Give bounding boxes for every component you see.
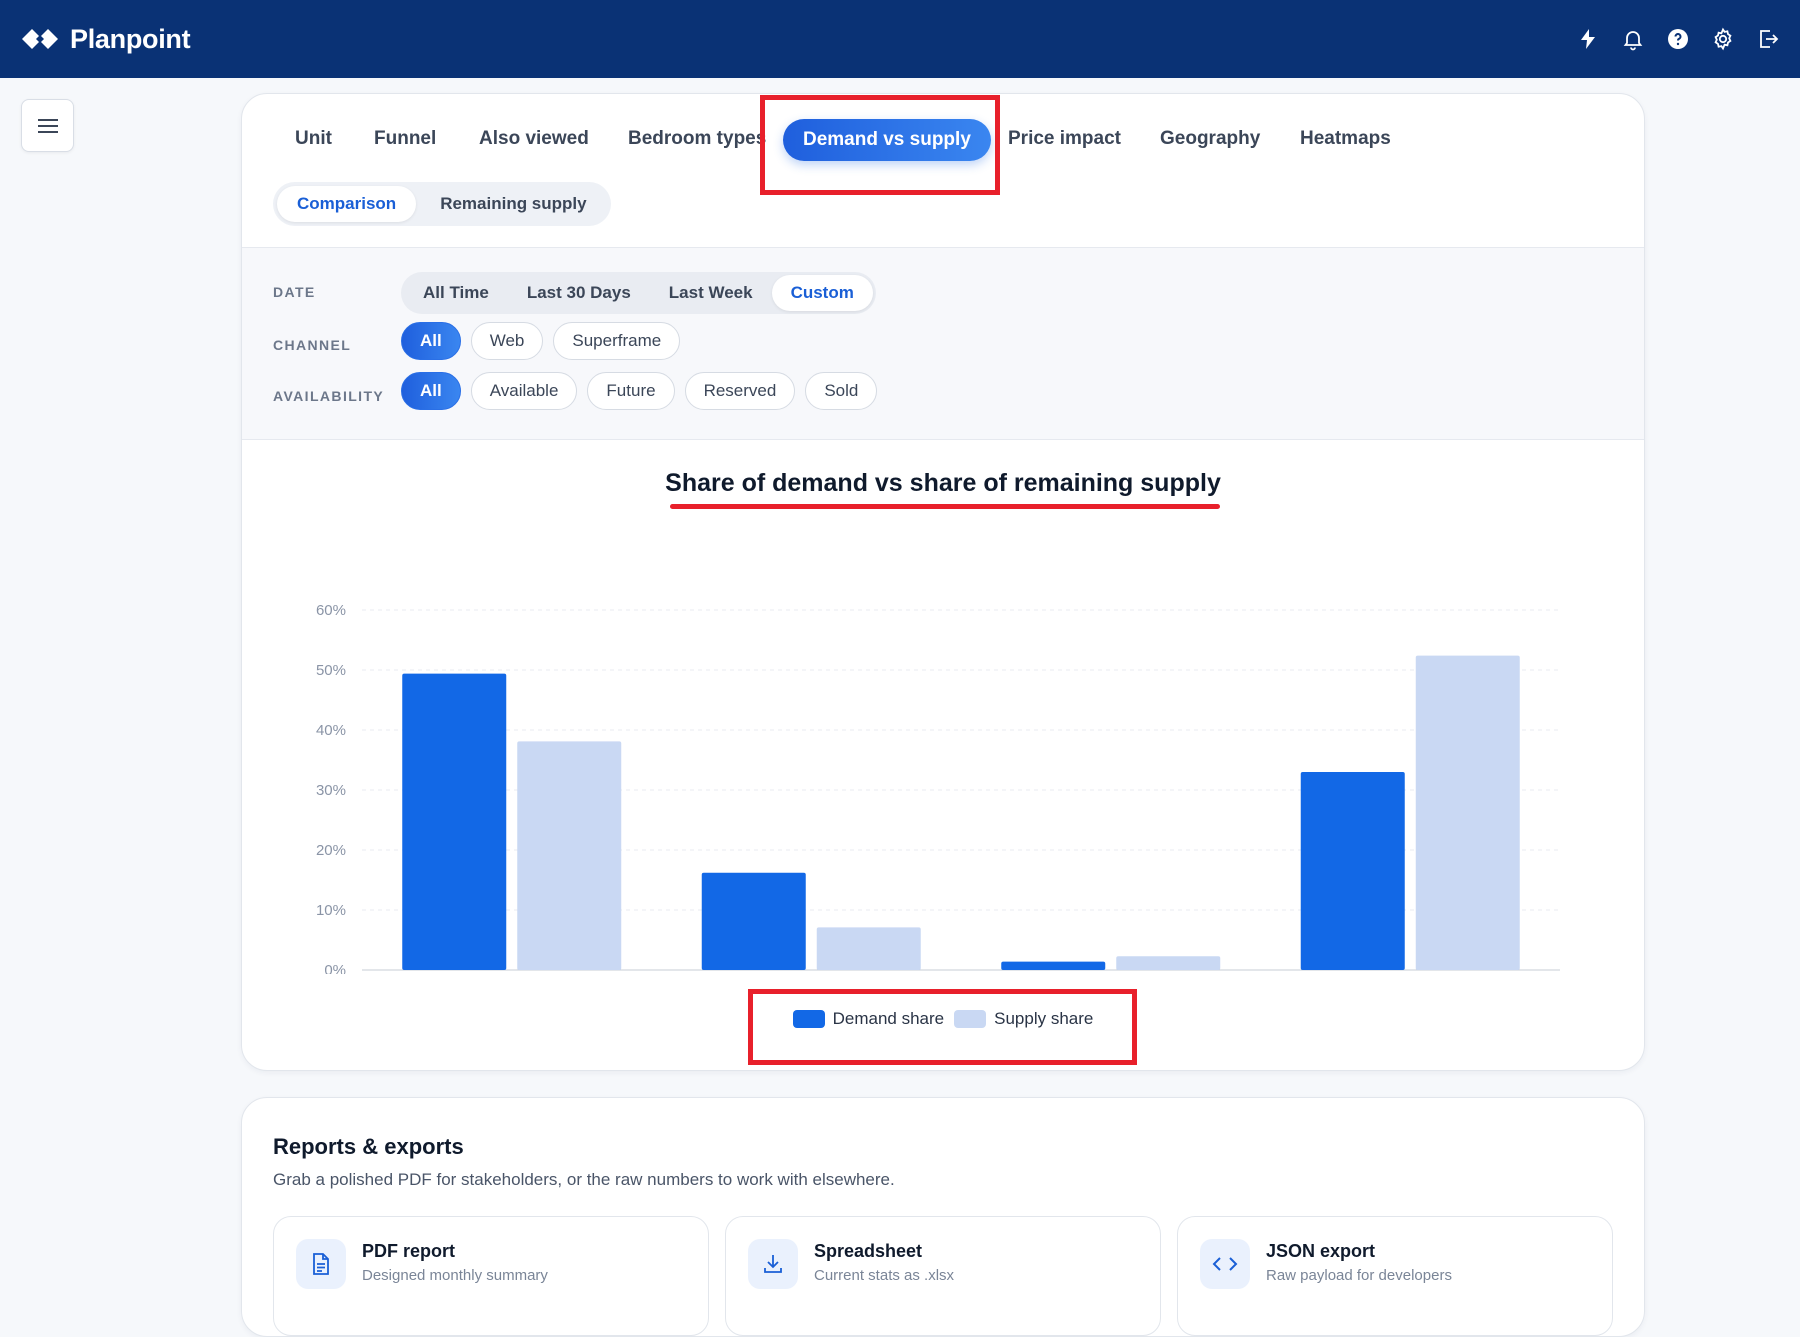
- tab-price-impact[interactable]: Price impact: [1008, 116, 1121, 162]
- top-bar: Planpoint: [0, 0, 1800, 78]
- bell-icon[interactable]: [1620, 27, 1645, 52]
- tab-funnel[interactable]: Funnel: [374, 116, 436, 162]
- tab-also-viewed[interactable]: Also viewed: [479, 116, 589, 162]
- export-pdf-report[interactable]: PDF report Designed monthly summary: [273, 1216, 709, 1336]
- help-icon[interactable]: [1665, 27, 1690, 52]
- availability-chip-sold[interactable]: Sold: [805, 372, 878, 410]
- y-tick-label: 0%: [324, 962, 346, 974]
- brand[interactable]: Planpoint: [22, 23, 191, 55]
- bar-demand[interactable]: [1001, 961, 1106, 970]
- channel-filter-label: CHANNEL: [273, 337, 352, 353]
- date-option-custom[interactable]: Custom: [771, 275, 873, 311]
- availability-chip-all[interactable]: All: [401, 372, 461, 410]
- logout-icon[interactable]: [1755, 27, 1780, 52]
- channel-chip-superframe[interactable]: Superframe: [553, 322, 681, 360]
- filter-panel: DATE All Time Last 30 Days Last Week Cus…: [242, 247, 1644, 440]
- bar-demand[interactable]: [402, 673, 507, 970]
- app-name: Planpoint: [70, 23, 191, 54]
- export-json[interactable]: JSON export Raw payload for developers: [1177, 1216, 1613, 1336]
- channel-chip-all[interactable]: All: [401, 322, 461, 360]
- availability-filter-label: AVAILABILITY: [273, 388, 385, 404]
- download-icon: [748, 1239, 798, 1289]
- reports-card: Reports & exports Grab a polished PDF fo…: [241, 1097, 1645, 1337]
- availability-chip-available[interactable]: Available: [470, 372, 578, 410]
- code-icon: [1200, 1239, 1250, 1289]
- bolt-icon[interactable]: [1575, 27, 1600, 52]
- bar-supply[interactable]: [816, 927, 921, 970]
- bar-supply[interactable]: [1415, 655, 1520, 970]
- export-title: PDF report: [362, 1241, 456, 1261]
- date-filter: All Time Last 30 Days Last Week Custom: [401, 272, 876, 314]
- tab-heatmaps[interactable]: Heatmaps: [1300, 116, 1391, 162]
- y-tick-label: 30%: [316, 782, 346, 799]
- view-switcher: Comparison Remaining supply: [273, 182, 611, 226]
- reports-subtitle: Grab a polished PDF for stakeholders, or…: [273, 1170, 895, 1189]
- tab-unit[interactable]: Unit: [295, 116, 332, 162]
- tab-geography[interactable]: Geography: [1160, 116, 1260, 162]
- date-option-last-30-days[interactable]: Last 30 Days: [508, 275, 650, 311]
- highlight-box-tab: [760, 95, 1000, 195]
- highlight-box-legend: [748, 989, 1137, 1065]
- header-actions: [1575, 27, 1780, 52]
- hamburger-icon: [37, 118, 58, 133]
- availability-chip-reserved[interactable]: Reserved: [684, 372, 796, 410]
- date-option-last-week[interactable]: Last Week: [650, 275, 772, 311]
- export-spreadsheet[interactable]: Spreadsheet Current stats as .xlsx: [725, 1216, 1161, 1336]
- planpoint-logo-icon: [22, 29, 58, 49]
- subtab-remaining-supply[interactable]: Remaining supply: [420, 186, 606, 222]
- availability-filter: All Available Future Reserved Sold: [401, 372, 878, 410]
- bar-supply[interactable]: [1116, 956, 1221, 970]
- availability-chip-future[interactable]: Future: [587, 372, 675, 410]
- bar-supply[interactable]: [517, 741, 622, 970]
- demand-supply-chart: 0%10%20%30%40%50%60%2 bedrooms3 bedrooms…: [316, 602, 1560, 974]
- bar-demand[interactable]: [1300, 772, 1405, 970]
- channel-filter: All Web Superframe: [401, 322, 681, 360]
- channel-chip-web[interactable]: Web: [470, 322, 544, 360]
- export-title: JSON export: [1266, 1241, 1376, 1261]
- date-filter-label: DATE: [273, 284, 316, 300]
- title-underline-annotation: [670, 504, 1220, 509]
- y-tick-label: 40%: [316, 722, 346, 739]
- chart-title: Share of demand vs share of remaining su…: [665, 469, 1221, 497]
- export-title: Spreadsheet: [814, 1241, 923, 1261]
- reports-title: Reports & exports: [273, 1134, 464, 1159]
- y-tick-label: 20%: [316, 842, 346, 859]
- export-subtitle: Raw payload for developers: [1266, 1267, 1452, 1284]
- date-option-all-time[interactable]: All Time: [404, 275, 508, 311]
- analytics-card: Unit Funnel Also viewed Bedroom types De…: [241, 93, 1645, 1071]
- y-tick-label: 60%: [316, 602, 346, 619]
- y-tick-label: 50%: [316, 662, 346, 679]
- gear-icon[interactable]: [1710, 27, 1735, 52]
- subtab-comparison[interactable]: Comparison: [277, 186, 417, 222]
- export-subtitle: Designed monthly summary: [362, 1267, 548, 1284]
- tab-bedroom-types[interactable]: Bedroom types: [628, 116, 766, 162]
- sidebar-toggle-button[interactable]: [21, 99, 74, 152]
- bar-demand[interactable]: [701, 872, 806, 970]
- document-icon: [296, 1239, 346, 1289]
- export-subtitle: Current stats as .xlsx: [814, 1267, 955, 1284]
- y-tick-label: 10%: [316, 902, 346, 919]
